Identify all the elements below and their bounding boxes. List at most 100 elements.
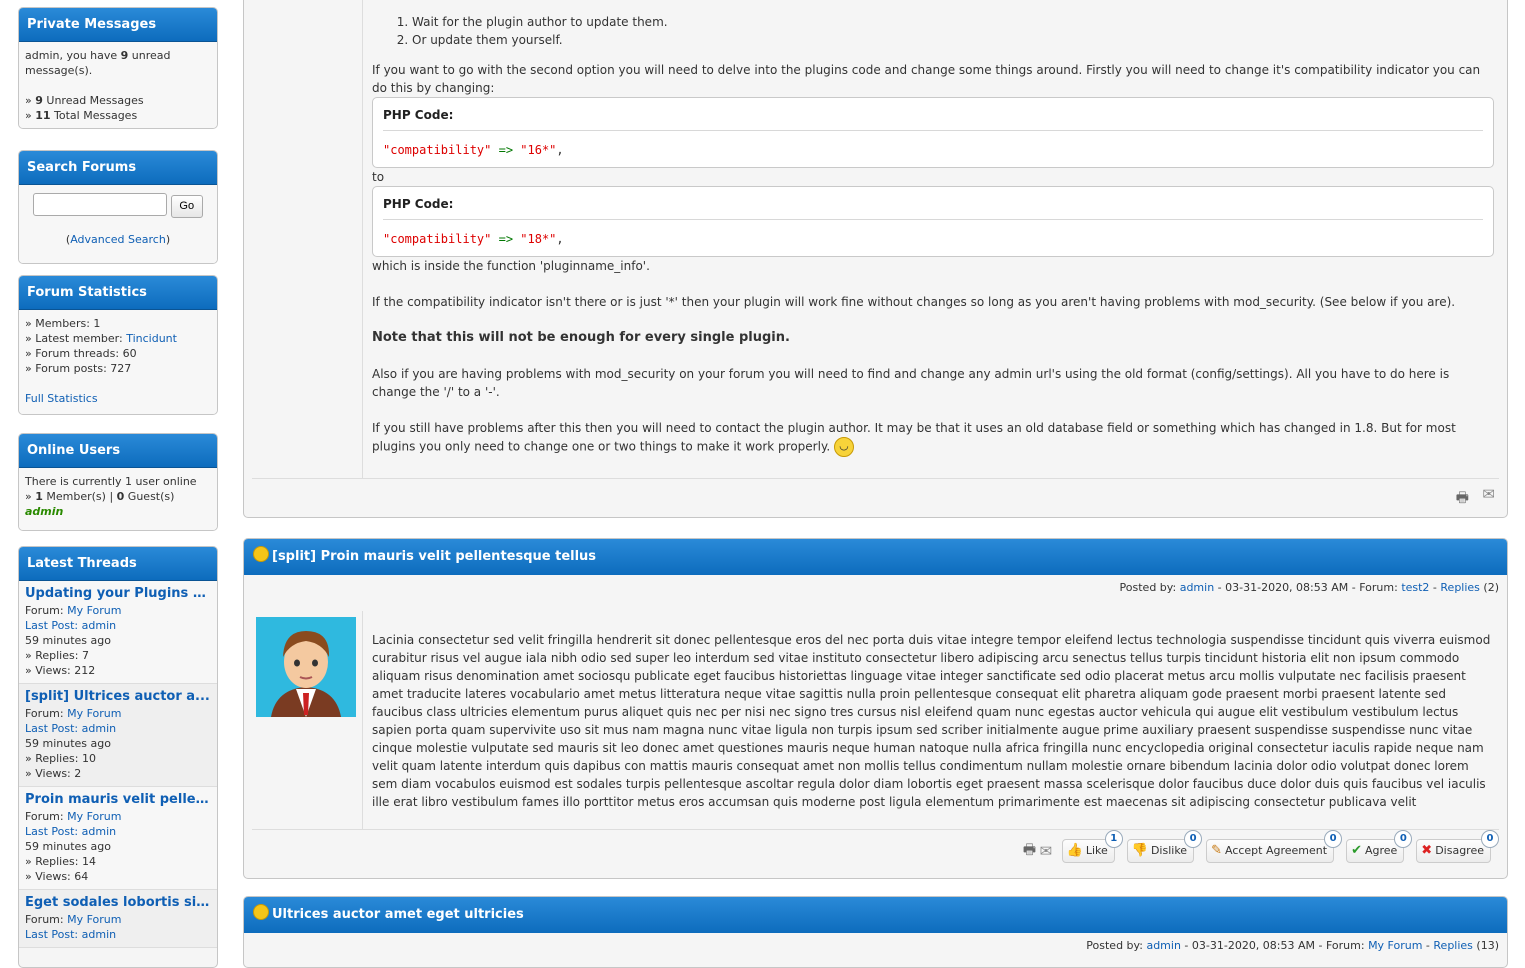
button-label: Agree	[1364, 844, 1398, 857]
check-icon: ✔	[1351, 843, 1362, 858]
thread-forum: Forum: My Forum	[25, 707, 122, 720]
advanced-search-link[interactable]: Advanced Search	[70, 233, 166, 246]
options-list: Wait for the plugin author to update the…	[372, 13, 1494, 49]
divider	[252, 478, 1499, 479]
latest-thread-item: Eget sodales lobortis sia... Forum: My Fo…	[19, 890, 217, 948]
thread-time: 59 minutes ago	[25, 737, 111, 750]
paragraph: to	[372, 170, 385, 184]
paragraph: If the compatibility indicator isn't the…	[372, 295, 1456, 309]
code-title: PHP Code:	[383, 195, 1483, 220]
forum-statistics-title: Forum Statistics	[19, 276, 217, 310]
post-body: Wait for the plugin author to update the…	[372, 13, 1494, 457]
reaction-count: 1	[1104, 830, 1123, 848]
forum-link[interactable]: My Forum	[67, 604, 121, 617]
pm-total: » 11 Total Messages	[25, 109, 138, 122]
online-user-admin[interactable]: admin	[25, 505, 63, 518]
forum-link[interactable]: My Forum	[1368, 939, 1422, 952]
list-item: Wait for the plugin author to update the…	[412, 13, 1494, 31]
replies-link[interactable]: Replies	[1433, 939, 1473, 952]
search-forums-title: Search Forums	[19, 151, 217, 185]
paragraph-bold: Note that this will not be enough for ev…	[372, 330, 790, 345]
email-icon[interactable]: ✉	[1040, 842, 1053, 860]
search-input[interactable]	[33, 193, 168, 216]
reaction-count: 0	[1324, 830, 1343, 848]
forum-link[interactable]: My Forum	[67, 707, 121, 720]
thread-title-link[interactable]: Eget sodales lobortis sia...	[25, 894, 211, 912]
reaction-count: 0	[1394, 830, 1413, 848]
last-post-link[interactable]: Last Post: admin	[25, 619, 116, 632]
post-title-bar: Ultrices auctor amet eget ultricies	[244, 897, 1507, 933]
thread-replies: » Replies: 14	[25, 855, 96, 868]
author-link[interactable]: admin	[1180, 581, 1214, 594]
list-item: Or update them yourself.	[412, 31, 1494, 49]
paragraph: If you want to go with the second option…	[372, 63, 1481, 95]
thread-time: 59 minutes ago	[25, 840, 111, 853]
last-post-link[interactable]: Last Post: admin	[25, 825, 116, 838]
code-block: PHP Code: "compatibility" => "18*",	[372, 186, 1494, 257]
post-title-bar: [split] Proin mauris velit pellentesque …	[244, 539, 1507, 575]
latest-member-link[interactable]: Tincidunt	[126, 332, 177, 345]
code-line: "compatibility" => "16*",	[383, 143, 564, 157]
latest-threads-box: Latest Threads Updating your Plugins to …	[18, 546, 218, 968]
like-button[interactable]: 👍 Like 1	[1061, 830, 1123, 863]
avatar[interactable]	[256, 617, 356, 717]
forum-link[interactable]: My Forum	[67, 913, 121, 926]
thread-title-link[interactable]: [split] Ultrices auctor a...	[25, 688, 211, 706]
thread-smiley-icon	[253, 546, 269, 562]
advanced-search: (Advanced Search)	[65, 232, 171, 246]
pm-unread: » 9 Unread Messages	[25, 94, 144, 107]
thread-title-link[interactable]: Updating your Plugins to ...	[25, 585, 211, 603]
latest-thread-item: Updating your Plugins to ... Forum: My Fo…	[19, 581, 217, 684]
thread-views: » Views: 64	[25, 870, 89, 883]
latest-thread-item: [split] Ultrices auctor a... Forum: My Fo…	[19, 684, 217, 787]
paragraph: If you still have problems after this th…	[372, 419, 1494, 457]
divider	[252, 829, 1499, 830]
online-users-box: Online Users There is currently 1 user o…	[18, 433, 218, 531]
thread-forum: Forum: My Forum	[25, 810, 122, 823]
code-block: PHP Code: "compatibility" => "16*",	[372, 97, 1494, 168]
forum-link[interactable]: test2	[1401, 581, 1429, 594]
thread-forum: Forum: My Forum	[25, 913, 122, 926]
dislike-button[interactable]: 👎 Dislike 0	[1126, 830, 1203, 863]
print-icon[interactable]: 🖶	[1023, 842, 1036, 858]
accept-agreement-button[interactable]: ✎ Accept Agreement 0	[1206, 830, 1343, 863]
button-label: Like	[1085, 844, 1108, 857]
thumbs-down-icon: 👎	[1131, 843, 1148, 858]
post-second: [split] Proin mauris velit pellentesque …	[243, 538, 1508, 879]
thread-title-link[interactable]: Proin mauris velit pellen...	[25, 791, 211, 809]
print-icon[interactable]: 🖶	[1456, 487, 1469, 511]
author-link[interactable]: admin	[1146, 939, 1180, 952]
thread-views: » Views: 2	[25, 767, 82, 780]
last-post-link[interactable]: Last Post: admin	[25, 722, 116, 735]
thread-smiley-icon	[253, 904, 269, 920]
forum-link[interactable]: My Forum	[67, 810, 121, 823]
agree-button[interactable]: ✔ Agree 0	[1346, 830, 1413, 863]
thread-time: 59 minutes ago	[25, 634, 111, 647]
pm-summary: admin, you have 9 unread message(s).	[25, 49, 171, 77]
post-first: Wait for the plugin author to update the…	[243, 0, 1508, 518]
post-title-link[interactable]: [split] Proin mauris velit pellentesque …	[272, 549, 596, 564]
paragraph: which is inside the function 'pluginname…	[372, 259, 650, 273]
post-title-link[interactable]: Ultrices auctor amet eget ultricies	[272, 907, 524, 922]
reaction-count: 0	[1184, 830, 1203, 848]
forum-statistics-box: Forum Statistics » Members: 1 » Latest m…	[18, 275, 218, 415]
button-label: Dislike	[1150, 844, 1188, 857]
post-meta: Posted by: admin - 03-31-2020, 08:53 AM …	[1086, 939, 1499, 952]
full-statistics-link[interactable]: Full Statistics	[25, 392, 98, 405]
private-messages-box: Private Messages admin, you have 9 unrea…	[18, 7, 218, 129]
replies-link[interactable]: Replies	[1440, 581, 1480, 594]
email-icon[interactable]: ✉	[1482, 485, 1495, 503]
pencil-icon: ✎	[1211, 843, 1222, 858]
stat-members: » Members: 1	[25, 317, 101, 330]
private-messages-title: Private Messages	[19, 8, 217, 42]
button-label: Accept Agreement	[1224, 844, 1328, 857]
disagree-button[interactable]: ✖ Disagree 0	[1416, 830, 1499, 863]
go-button[interactable]: Go	[170, 194, 203, 218]
last-post-link[interactable]: Last Post: admin	[25, 928, 116, 941]
x-icon: ✖	[1421, 843, 1433, 858]
reaction-count: 0	[1481, 830, 1499, 848]
search-forums-box: Search Forums Go (Advanced Search)	[18, 150, 218, 264]
button-label: Disagree	[1435, 844, 1484, 857]
online-breakdown: » 1 Member(s) | 0 Guest(s)	[25, 490, 175, 503]
smile-icon: ◡	[833, 437, 854, 457]
